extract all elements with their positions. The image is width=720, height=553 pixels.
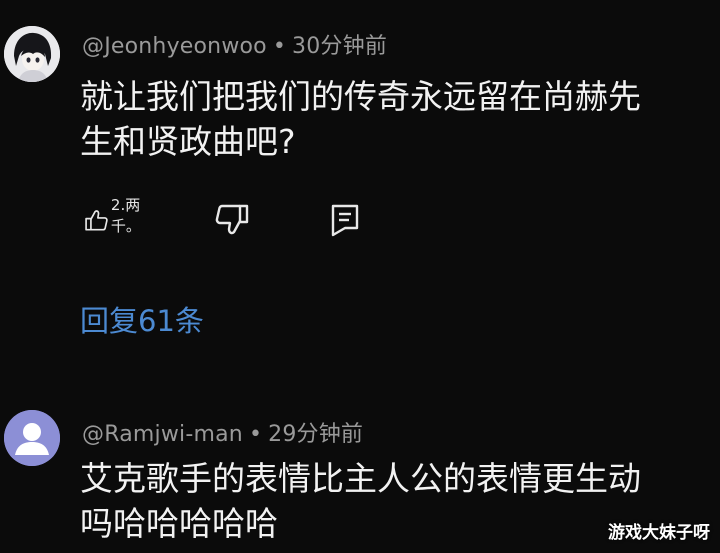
comment-text: 就让我们把我们的传奇永远留在尚赫先 生和贤政曲吧?: [80, 77, 641, 161]
meta-separator: •: [272, 34, 287, 59]
like-count: 2.两千。: [110, 196, 141, 235]
like-button[interactable]: 2.两千。: [84, 196, 152, 240]
comment-time: 29分钟前: [268, 422, 364, 447]
meta-separator: •: [248, 422, 263, 447]
anime-character-avatar-icon[interactable]: [4, 26, 60, 82]
comment-meta: @Ramjwi-man • 29分钟前: [82, 416, 363, 448]
comment-meta: @Jeonhyeonwoo • 30分钟前: [82, 28, 387, 60]
author-name[interactable]: @Ramjwi-man: [82, 422, 243, 447]
watermark: 游戏大妹子呀: [608, 523, 710, 543]
default-user-avatar-icon[interactable]: [4, 410, 60, 466]
reply-button[interactable]: [328, 200, 362, 240]
comment-item: @Jeonhyeonwoo • 30分钟前 就让我们把我们的传奇永远留在尚赫先 生和…: [0, 0, 720, 380]
comment-reply-icon: [331, 204, 359, 237]
dislike-button[interactable]: [214, 200, 250, 240]
view-replies-link[interactable]: 回复61条: [80, 298, 204, 340]
thumbs-down-icon: [215, 204, 249, 235]
thumbs-up-icon: [85, 210, 108, 231]
author-name[interactable]: @Jeonhyeonwoo: [82, 34, 267, 59]
comment-time: 30分钟前: [292, 34, 388, 59]
